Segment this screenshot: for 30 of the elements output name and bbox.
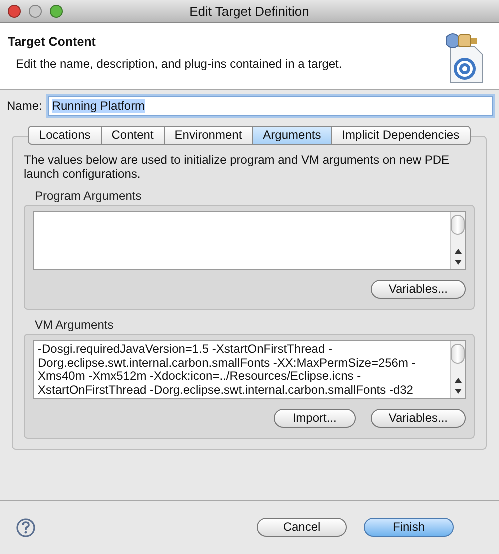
tab[interactable]: Implicit Dependencies xyxy=(332,126,471,145)
name-field[interactable]: Running Platform xyxy=(48,96,493,116)
zoom-button[interactable] xyxy=(50,4,63,18)
tab[interactable]: Arguments xyxy=(253,126,332,145)
help-icon[interactable] xyxy=(16,518,36,538)
cancel-button[interactable]: Cancel xyxy=(257,518,347,537)
scrollbar[interactable] xyxy=(450,341,465,398)
finish-button[interactable]: Finish xyxy=(364,518,454,537)
tab[interactable]: Content xyxy=(102,126,165,145)
group-label: VM Arguments xyxy=(34,318,115,332)
scrollbar[interactable] xyxy=(450,212,465,269)
tab[interactable]: Environment xyxy=(164,126,254,145)
window-title: Edit Target Definition xyxy=(190,4,310,18)
button[interactable]: Variables... xyxy=(370,409,466,428)
button[interactable]: Variables... xyxy=(370,280,466,299)
header-description: Edit the name, description, and plug-ins contained in a target. xyxy=(15,57,342,71)
tab[interactable]: Locations xyxy=(28,126,102,145)
scroll-up-icon xyxy=(454,248,462,255)
arguments-text: -Dosgi.requiredJavaVersion=1.5 -XstartOnFirstThread -Dorg.eclipse.swt.internal.carbon.smallFonts -XX:MaxPermSize=256m -Xms40m -Xmx512m -Xdock:icon=../Resources/Eclipse.icns -XstartOnFirstThread -Dorg.eclipse.swt.internal.carbon.smallFonts -d32 xyxy=(37,341,417,398)
intro-text: The values below are used to initialize program and VM arguments on new PDE launch configurations. xyxy=(24,153,451,181)
header-title: Target Content xyxy=(8,35,97,49)
scroll-up-icon xyxy=(454,377,462,384)
minimize-button[interactable] xyxy=(29,4,42,18)
text-area[interactable] xyxy=(33,340,466,399)
button[interactable]: Import... xyxy=(274,409,356,428)
close-button[interactable] xyxy=(8,4,21,18)
scroll-down-icon xyxy=(454,259,462,266)
scroll-down-icon xyxy=(454,388,462,395)
group-label: Program Arguments xyxy=(34,189,143,203)
name-label: Name: xyxy=(7,99,42,113)
